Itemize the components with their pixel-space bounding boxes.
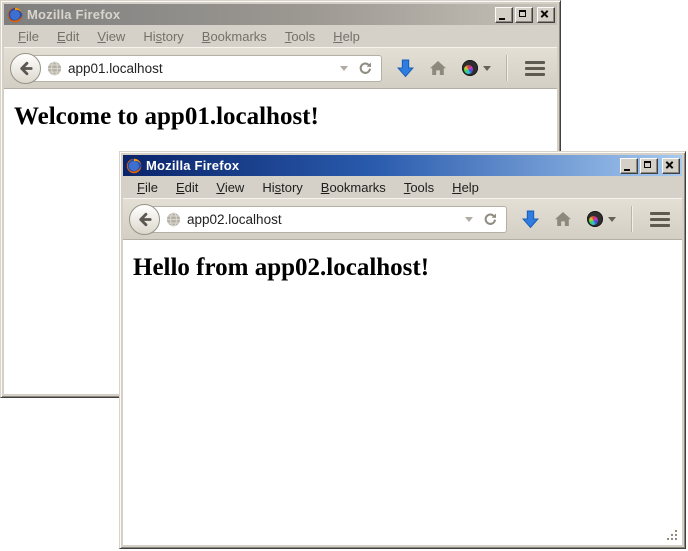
menu-file[interactable]: File [128, 177, 167, 198]
minimize-icon [499, 18, 505, 20]
menu-history[interactable]: History [253, 177, 311, 198]
home-icon [554, 211, 572, 227]
addon-menu-button[interactable] [462, 60, 491, 76]
addon-caret-icon [608, 217, 616, 222]
url-input[interactable] [68, 61, 334, 76]
url-bar[interactable] [24, 55, 382, 82]
back-arrow-icon [136, 211, 153, 228]
close-button[interactable] [662, 158, 680, 174]
back-arrow-icon [17, 60, 34, 77]
menu-tools[interactable]: Tools [395, 177, 443, 198]
addon-color-wheel-icon [462, 60, 478, 76]
hamburger-icon [525, 61, 545, 64]
page-content: Hello from app02.localhost! [123, 240, 682, 545]
menu-bookmarks[interactable]: Bookmarks [193, 26, 276, 47]
menu-edit[interactable]: Edit [167, 177, 207, 198]
menu-panel-button[interactable] [648, 208, 672, 231]
menu-help[interactable]: Help [324, 26, 369, 47]
maximize-button[interactable] [640, 158, 658, 174]
browser-window-app02: Mozilla Firefox FileEditViewHistoryBookm… [119, 151, 686, 549]
url-dropdown-icon[interactable] [340, 66, 348, 71]
resize-grip[interactable] [664, 527, 678, 541]
home-icon [429, 60, 447, 76]
window-title: Mozilla Firefox [146, 158, 618, 173]
site-identity-globe-icon[interactable] [47, 61, 62, 76]
download-arrow-icon [522, 210, 539, 229]
site-identity-globe-icon[interactable] [166, 212, 181, 227]
toolbar-separator [631, 206, 632, 232]
menu-bar: FileEditViewHistoryBookmarksToolsHelp [4, 25, 557, 47]
maximize-icon [519, 10, 526, 17]
menu-edit[interactable]: Edit [48, 26, 88, 47]
menu-view[interactable]: View [88, 26, 134, 47]
minimize-button[interactable] [620, 158, 638, 174]
home-button[interactable] [429, 60, 447, 76]
navigation-toolbar [4, 47, 557, 89]
navigation-toolbar [123, 198, 682, 240]
maximize-button[interactable] [515, 7, 533, 23]
downloads-button[interactable] [397, 59, 414, 78]
menu-bar: FileEditViewHistoryBookmarksToolsHelp [123, 176, 682, 198]
download-arrow-icon [397, 59, 414, 78]
page-heading: Hello from app02.localhost! [133, 254, 682, 282]
toolbar-separator [506, 55, 507, 81]
firefox-logo-icon [7, 7, 23, 23]
maximize-icon [644, 161, 651, 168]
hamburger-icon [650, 212, 670, 215]
close-icon [538, 8, 552, 20]
back-button[interactable] [10, 53, 41, 84]
url-input[interactable] [187, 212, 459, 227]
menu-panel-button[interactable] [523, 57, 547, 80]
menu-tools[interactable]: Tools [276, 26, 324, 47]
downloads-button[interactable] [522, 210, 539, 229]
menu-file[interactable]: File [9, 26, 48, 47]
url-dropdown-icon[interactable] [465, 217, 473, 222]
url-bar[interactable] [143, 206, 507, 233]
addon-menu-button[interactable] [587, 211, 616, 227]
addon-color-wheel-icon [587, 211, 603, 227]
title-bar[interactable]: Mozilla Firefox [4, 4, 557, 25]
minimize-button[interactable] [495, 7, 513, 23]
close-icon [663, 159, 677, 171]
title-bar[interactable]: Mozilla Firefox [123, 155, 682, 176]
page-heading: Welcome to app01.localhost! [14, 103, 557, 131]
menu-bookmarks[interactable]: Bookmarks [312, 177, 395, 198]
menu-view[interactable]: View [207, 177, 253, 198]
window-title: Mozilla Firefox [27, 7, 493, 22]
reload-icon[interactable] [483, 212, 498, 227]
reload-icon[interactable] [358, 61, 373, 76]
close-button[interactable] [537, 7, 555, 23]
home-button[interactable] [554, 211, 572, 227]
back-button[interactable] [129, 204, 160, 235]
minimize-icon [624, 169, 630, 171]
menu-help[interactable]: Help [443, 177, 488, 198]
menu-history[interactable]: History [134, 26, 192, 47]
firefox-logo-icon [126, 158, 142, 174]
addon-caret-icon [483, 66, 491, 71]
